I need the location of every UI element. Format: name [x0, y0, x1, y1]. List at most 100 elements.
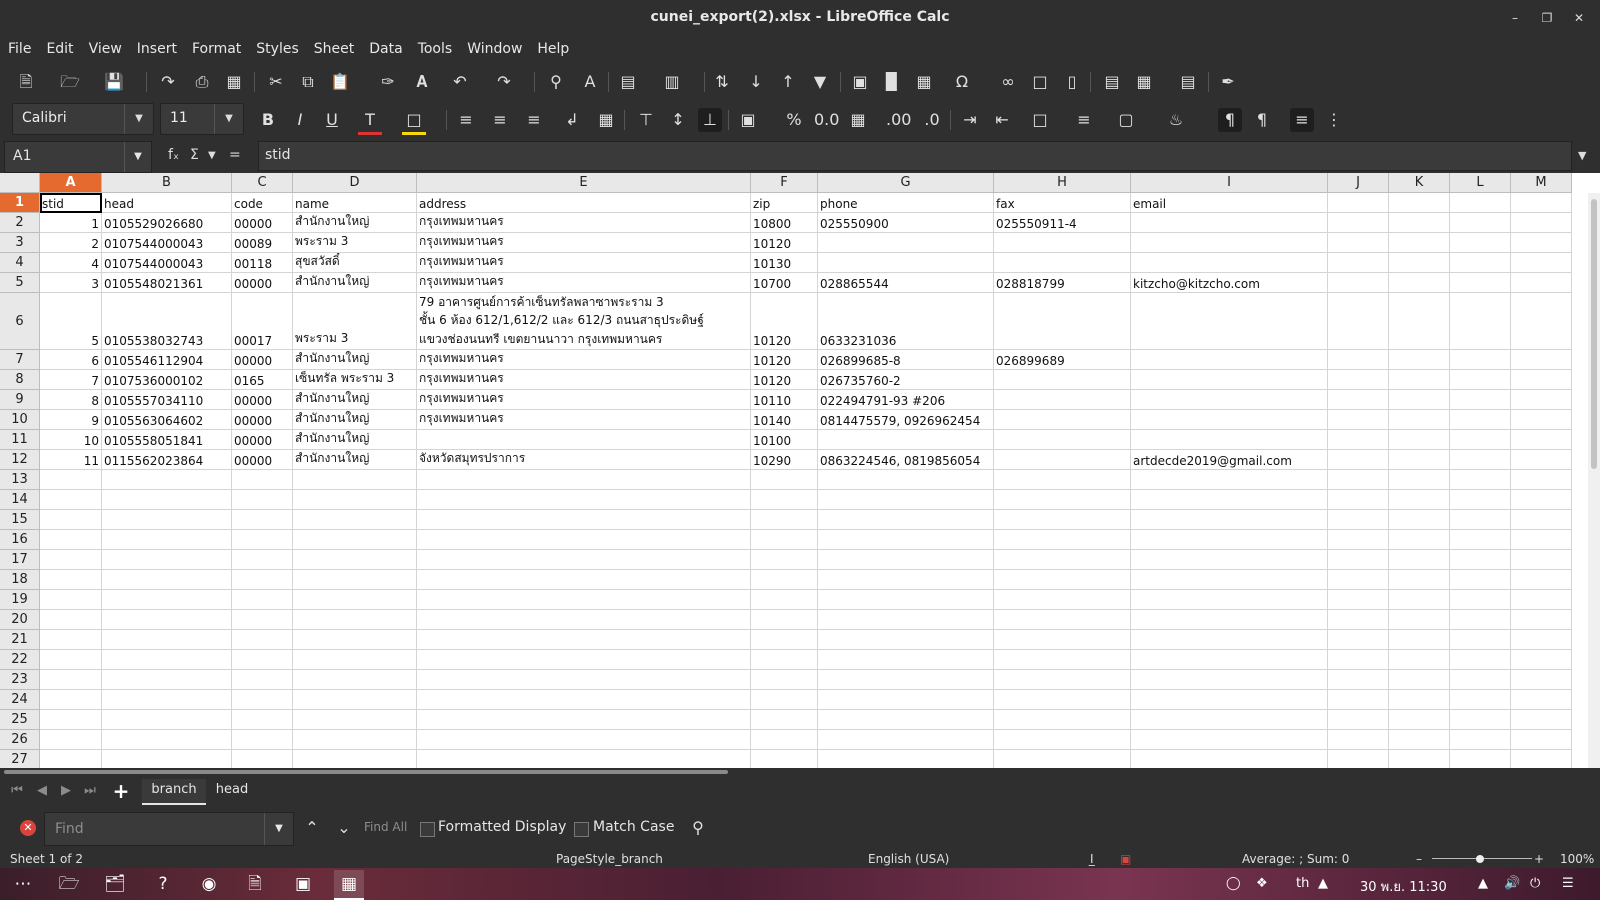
find-replace-icon[interactable]: ⚲: [686, 816, 710, 840]
cell-i25[interactable]: [1131, 710, 1328, 730]
menu-tools[interactable]: Tools: [410, 37, 460, 57]
cell-j21[interactable]: [1328, 630, 1389, 650]
align-right-icon[interactable]: ≡: [522, 108, 546, 132]
cell-f22[interactable]: [751, 650, 818, 670]
cell-a8[interactable]: 7: [40, 370, 102, 390]
cell-e25[interactable]: [417, 710, 751, 730]
cell-c7[interactable]: 00000: [232, 350, 293, 370]
cell-e16[interactable]: [417, 530, 751, 550]
row-header[interactable]: 17: [0, 550, 40, 570]
cell-d20[interactable]: [293, 610, 417, 630]
row-header[interactable]: 3: [0, 233, 40, 253]
chevron-down-icon[interactable]: ▼: [124, 142, 151, 172]
cell-d8[interactable]: เซ็นทรัล พระราม 3: [293, 370, 417, 390]
firefox-icon[interactable]: ◉: [194, 870, 224, 898]
zoom-level[interactable]: 100%: [1560, 852, 1594, 866]
cell-f3[interactable]: 10120: [751, 233, 818, 253]
cell-f4[interactable]: 10130: [751, 253, 818, 273]
formula-equals-icon[interactable]: =: [229, 147, 241, 163]
previous-sheet-icon[interactable]: ◀: [33, 782, 51, 800]
cell-h27[interactable]: [994, 750, 1131, 768]
find-previous-icon[interactable]: ⌃: [300, 816, 324, 840]
border-style-icon[interactable]: ≡: [1072, 108, 1096, 132]
cell-c9[interactable]: 00000: [232, 390, 293, 410]
cell-c22[interactable]: [232, 650, 293, 670]
cell-f1[interactable]: zip: [751, 193, 818, 213]
cell-m3[interactable]: [1511, 233, 1572, 253]
right-to-left-icon[interactable]: ¶: [1250, 108, 1274, 132]
cell-k23[interactable]: [1389, 670, 1450, 690]
special-character-icon[interactable]: Ω: [950, 70, 974, 94]
writer-icon[interactable]: 🗎: [240, 870, 270, 898]
percent-format-icon[interactable]: %: [782, 108, 806, 132]
cell-i10[interactable]: [1131, 410, 1328, 430]
cell-k26[interactable]: [1389, 730, 1450, 750]
text-horizontal-icon[interactable]: ≡: [1290, 108, 1314, 132]
cell-c3[interactable]: 00089: [232, 233, 293, 253]
name-box[interactable]: A1 ▼: [4, 141, 152, 173]
autofilter-icon[interactable]: ▼: [808, 70, 832, 94]
cell-m2[interactable]: [1511, 213, 1572, 233]
cell-l9[interactable]: [1450, 390, 1511, 410]
cell-d26[interactable]: [293, 730, 417, 750]
cell-e11[interactable]: [417, 430, 751, 450]
cell-h9[interactable]: [994, 390, 1131, 410]
cell-e10[interactable]: กรุงเทพมหานคร: [417, 410, 751, 430]
column-header-h[interactable]: H: [994, 173, 1131, 193]
cell-a15[interactable]: [40, 510, 102, 530]
cell-k19[interactable]: [1389, 590, 1450, 610]
row-header[interactable]: 8: [0, 370, 40, 390]
cell-m12[interactable]: [1511, 450, 1572, 470]
cell-j5[interactable]: [1328, 273, 1389, 293]
menu-sheet[interactable]: Sheet: [306, 37, 361, 57]
cell-i27[interactable]: [1131, 750, 1328, 768]
row-header[interactable]: 11: [0, 430, 40, 450]
cell-h25[interactable]: [994, 710, 1131, 730]
cell-b25[interactable]: [102, 710, 232, 730]
clock[interactable]: 30 พ.ย. 11:30: [1360, 876, 1447, 897]
cell-h23[interactable]: [994, 670, 1131, 690]
cell-d25[interactable]: [293, 710, 417, 730]
cut-icon[interactable]: ✂: [264, 70, 288, 94]
cell-h13[interactable]: [994, 470, 1131, 490]
cell-b16[interactable]: [102, 530, 232, 550]
cell-c6[interactable]: 00017: [232, 293, 293, 350]
cell-b18[interactable]: [102, 570, 232, 590]
cell-e9[interactable]: กรุงเทพมหานคร: [417, 390, 751, 410]
cell-h7[interactable]: 026899689: [994, 350, 1131, 370]
cell-f18[interactable]: [751, 570, 818, 590]
cell-m17[interactable]: [1511, 550, 1572, 570]
cell-f14[interactable]: [751, 490, 818, 510]
cell-a7[interactable]: 6: [40, 350, 102, 370]
cell-f27[interactable]: [751, 750, 818, 768]
cell-a1[interactable]: stid: [40, 193, 102, 213]
cell-i14[interactable]: [1131, 490, 1328, 510]
column-header-k[interactable]: K: [1389, 173, 1450, 193]
cell-f10[interactable]: 10140: [751, 410, 818, 430]
sheet-tab-branch[interactable]: branch: [142, 779, 206, 805]
cell-l8[interactable]: [1450, 370, 1511, 390]
cell-k9[interactable]: [1389, 390, 1450, 410]
cell-e7[interactable]: กรุงเทพมหานคร: [417, 350, 751, 370]
cell-b24[interactable]: [102, 690, 232, 710]
page-style[interactable]: PageStyle_branch: [556, 852, 663, 866]
cell-l2[interactable]: [1450, 213, 1511, 233]
row-header[interactable]: 22: [0, 650, 40, 670]
chevron-down-icon[interactable]: ▼: [124, 104, 153, 134]
sheet-tab-head[interactable]: head: [210, 779, 254, 803]
cell-d15[interactable]: [293, 510, 417, 530]
column-header-j[interactable]: J: [1328, 173, 1389, 193]
cell-i5[interactable]: kitzcho@kitzcho.com: [1131, 273, 1328, 293]
last-sheet-icon[interactable]: ⏭: [81, 782, 99, 800]
row-header[interactable]: 13: [0, 470, 40, 490]
cell-l27[interactable]: [1450, 750, 1511, 768]
sum-icon[interactable]: Σ: [190, 147, 199, 163]
cell-g2[interactable]: 025550900: [818, 213, 994, 233]
cell-h6[interactable]: [994, 293, 1131, 350]
cell-d9[interactable]: สำนักงานใหญ่: [293, 390, 417, 410]
cell-h2[interactable]: 025550911-4: [994, 213, 1131, 233]
row-header[interactable]: 9: [0, 390, 40, 410]
cell-d14[interactable]: [293, 490, 417, 510]
row-header[interactable]: 25: [0, 710, 40, 730]
cell-k6[interactable]: [1389, 293, 1450, 350]
